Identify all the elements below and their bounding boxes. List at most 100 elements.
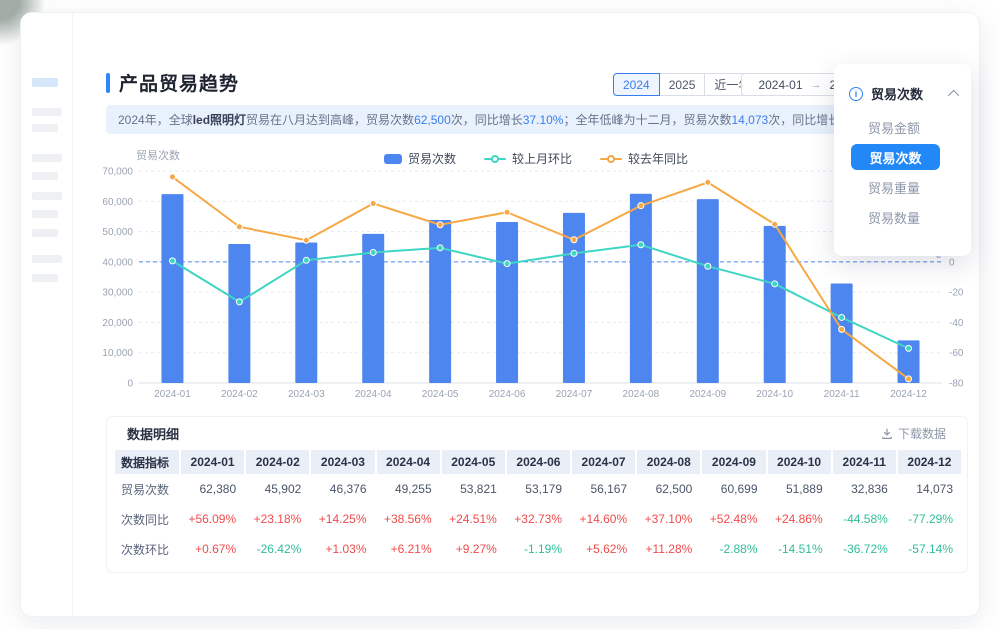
download-data-button[interactable]: 下载数据 bbox=[881, 425, 946, 442]
table-cell: -36.72% bbox=[833, 534, 896, 564]
summary-segment: 贸易在八月达到高峰，贸易次数 bbox=[246, 111, 414, 128]
point-mom-2024-10 bbox=[772, 281, 778, 287]
table-cell: +37.10% bbox=[637, 504, 700, 534]
table-header-2024-09: 2024-09 bbox=[702, 450, 765, 474]
right-axis-tick: -20 bbox=[949, 288, 964, 299]
table-row-贸易次数: 贸易次数62,38045,90246,37649,25553,82153,179… bbox=[115, 474, 961, 504]
skeleton-bar bbox=[32, 210, 58, 218]
table-cell: 32,836 bbox=[833, 474, 896, 504]
bar-2024-01 bbox=[161, 194, 183, 383]
skeleton-bar bbox=[32, 154, 62, 162]
summary-segment: 62,500 bbox=[414, 113, 451, 127]
dropdown-option-贸易数量[interactable]: 贸易数量 bbox=[834, 202, 971, 232]
bar-2024-08 bbox=[630, 194, 652, 383]
table-cell: 62,500 bbox=[637, 474, 700, 504]
skeleton-bar bbox=[32, 255, 62, 263]
left-axis-tick: 40,000 bbox=[102, 257, 133, 268]
data-detail-table: 数据指标2024-012024-022024-032024-042024-052… bbox=[115, 450, 961, 564]
table-cell: +24.86% bbox=[768, 504, 831, 534]
x-axis-label: 2024-05 bbox=[422, 389, 459, 400]
bar-2024-06 bbox=[496, 222, 518, 383]
point-mom-2024-02 bbox=[236, 299, 242, 305]
table-cell: +6.21% bbox=[377, 534, 440, 564]
table-cell: -57.14% bbox=[898, 534, 961, 564]
point-yoy-2024-06 bbox=[504, 209, 510, 215]
table-cell: +52.48% bbox=[702, 504, 765, 534]
x-axis-label: 2024-11 bbox=[824, 389, 860, 400]
row-label: 次数环比 bbox=[115, 534, 179, 564]
skeleton-bar bbox=[32, 172, 58, 180]
point-yoy-2024-10 bbox=[772, 221, 778, 227]
point-yoy-2024-05 bbox=[437, 222, 443, 228]
arrow-right-icon: → bbox=[811, 79, 822, 91]
table-header-2024-12: 2024-12 bbox=[898, 450, 961, 474]
right-axis-tick: -60 bbox=[949, 348, 964, 359]
summary-segment: 37.10% bbox=[523, 113, 564, 127]
table-cell: 51,889 bbox=[768, 474, 831, 504]
title-accent bbox=[106, 73, 110, 93]
point-mom-2024-12 bbox=[906, 345, 912, 351]
dropdown-option-贸易次数[interactable]: 贸易次数 bbox=[851, 144, 940, 170]
info-icon: i bbox=[849, 87, 863, 101]
table-cell: +24.51% bbox=[442, 504, 505, 534]
x-axis-label: 2024-07 bbox=[556, 389, 593, 400]
filter-option-2024[interactable]: 2024 bbox=[613, 73, 660, 96]
table-cell: +14.25% bbox=[311, 504, 374, 534]
indicator-dropdown: i 贸易次数 贸易金额贸易次数贸易重量贸易数量 bbox=[834, 64, 971, 256]
summary-segment: 14,073 bbox=[732, 113, 769, 127]
section-title: 数据明细 bbox=[127, 424, 179, 443]
point-mom-2024-11 bbox=[839, 314, 845, 320]
table-header-2024-01: 2024-01 bbox=[181, 450, 244, 474]
table-cell: -44.58% bbox=[833, 504, 896, 534]
left-axis-tick: 10,000 bbox=[102, 348, 133, 359]
table-cell: +1.03% bbox=[311, 534, 374, 564]
x-axis-label: 2024-08 bbox=[623, 389, 660, 400]
summary-segment: led照明灯 bbox=[193, 111, 246, 128]
summary-segment: 2024年，全球 bbox=[118, 111, 193, 128]
bar-2024-11 bbox=[831, 284, 853, 383]
table-header-2024-04: 2024-04 bbox=[377, 450, 440, 474]
point-mom-2024-06 bbox=[504, 261, 510, 267]
table-cell: -26.42% bbox=[246, 534, 309, 564]
point-mom-2024-05 bbox=[437, 245, 443, 251]
row-label: 次数同比 bbox=[115, 504, 179, 534]
bar-2024-04 bbox=[362, 234, 384, 383]
sidebar-skeleton bbox=[21, 13, 73, 616]
table-header-2024-06: 2024-06 bbox=[507, 450, 570, 474]
table-cell: 14,073 bbox=[898, 474, 961, 504]
skeleton-bar bbox=[32, 274, 58, 282]
table-header-2024-05: 2024-05 bbox=[442, 450, 505, 474]
point-mom-2024-04 bbox=[370, 249, 376, 255]
table-cell: +0.67% bbox=[181, 534, 244, 564]
table-header-row: 数据指标2024-012024-022024-032024-042024-052… bbox=[115, 450, 961, 474]
dropdown-option-贸易重量[interactable]: 贸易重量 bbox=[834, 172, 971, 202]
table-cell: 53,821 bbox=[442, 474, 505, 504]
period-filter-group: 20242025近一年 bbox=[613, 73, 760, 96]
table-cell: 49,255 bbox=[377, 474, 440, 504]
point-yoy-2024-01 bbox=[169, 174, 175, 180]
point-mom-2024-08 bbox=[638, 242, 644, 248]
x-axis-label: 2024-10 bbox=[756, 389, 793, 400]
filter-option-2025[interactable]: 2025 bbox=[659, 73, 706, 96]
indicator-dropdown-header[interactable]: i 贸易次数 bbox=[849, 84, 959, 103]
chevron-up-icon bbox=[948, 89, 959, 100]
table-cell: +9.27% bbox=[442, 534, 505, 564]
table-cell: -77.29% bbox=[898, 504, 961, 534]
x-axis-label: 2024-01 bbox=[154, 389, 191, 400]
skeleton-bar bbox=[32, 229, 58, 237]
bar-2024-09 bbox=[697, 199, 719, 383]
dropdown-option-贸易金额[interactable]: 贸易金额 bbox=[834, 112, 971, 142]
table-cell: 53,179 bbox=[507, 474, 570, 504]
table-cell: 45,902 bbox=[246, 474, 309, 504]
point-mom-2024-09 bbox=[705, 263, 711, 269]
indicator-dropdown-list: 贸易金额贸易次数贸易重量贸易数量 bbox=[834, 112, 971, 232]
point-yoy-2024-09 bbox=[705, 179, 711, 185]
table-cell: +32.73% bbox=[507, 504, 570, 534]
table-cell: -2.88% bbox=[702, 534, 765, 564]
table-row-次数同比: 次数同比+56.09%+23.18%+14.25%+38.56%+24.51%+… bbox=[115, 504, 961, 534]
page-title: 产品贸易趋势 bbox=[119, 69, 239, 96]
table-cell: +23.18% bbox=[246, 504, 309, 534]
table-cell: -14.51% bbox=[768, 534, 831, 564]
table-header-2024-07: 2024-07 bbox=[572, 450, 635, 474]
bar-2024-10 bbox=[764, 226, 786, 383]
